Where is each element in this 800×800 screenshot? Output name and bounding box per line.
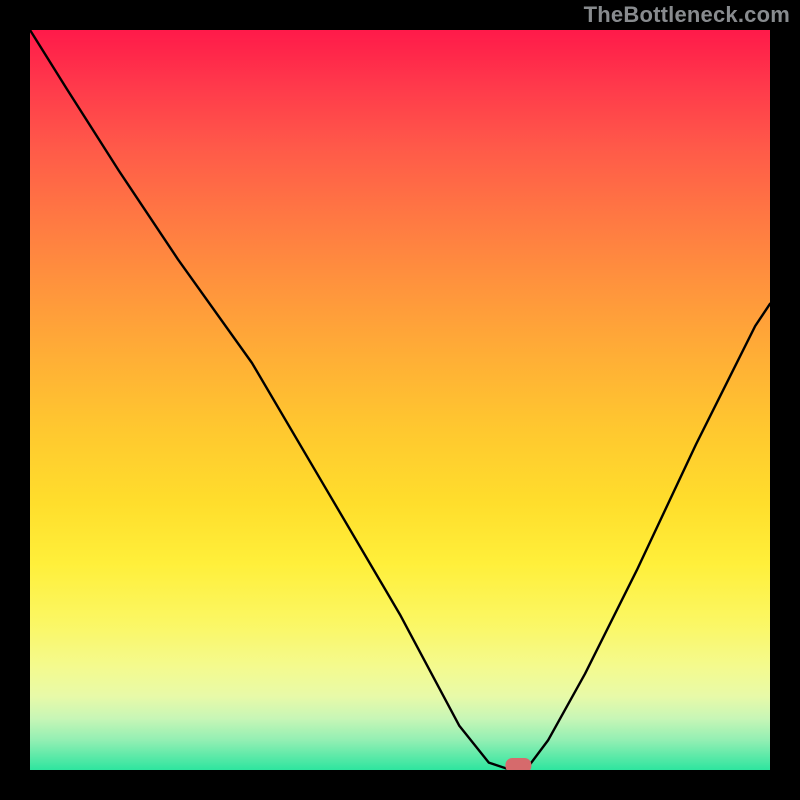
bottleneck-curve [30,30,770,770]
watermark-text: TheBottleneck.com [584,2,790,28]
optimal-point-marker [505,758,531,770]
plot-area [30,30,770,770]
chart-frame: TheBottleneck.com [0,0,800,800]
curve-layer [30,30,770,770]
